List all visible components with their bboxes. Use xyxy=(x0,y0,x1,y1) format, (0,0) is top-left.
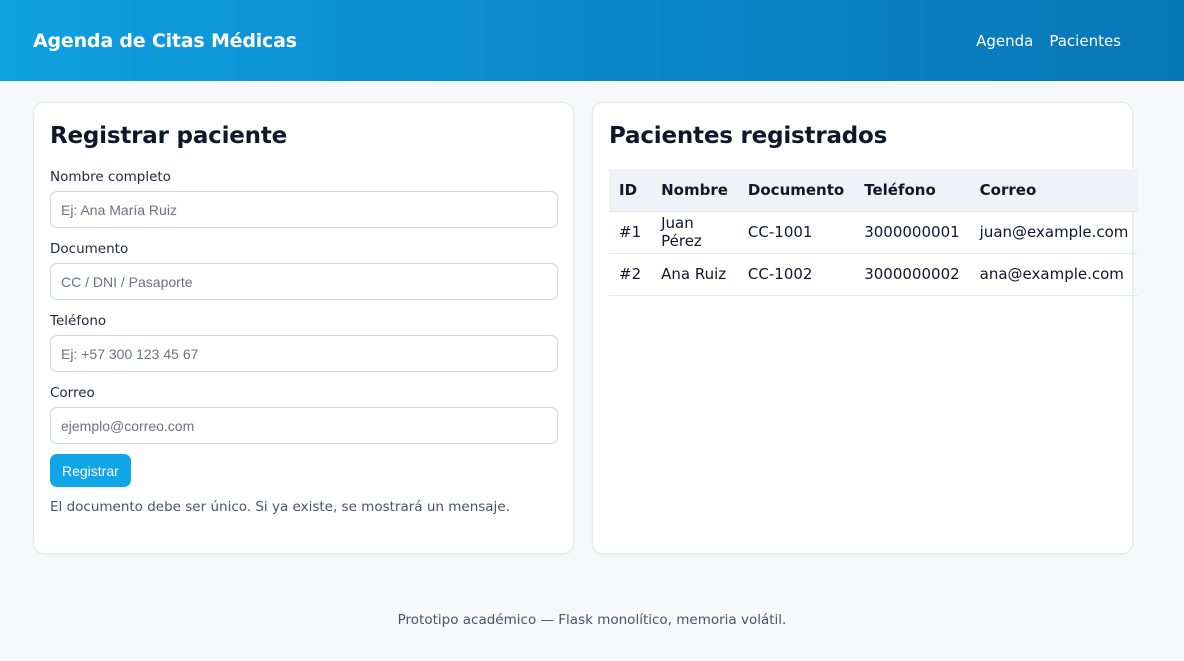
patients-title: Pacientes registrados xyxy=(609,123,888,149)
cell-phone: 3000000001 xyxy=(854,211,970,254)
nav-link-agenda[interactable]: Agenda xyxy=(976,32,1033,50)
cell-name: Ana Ruiz xyxy=(651,253,738,296)
page-footer: Prototipo académico — Flask monolítico, … xyxy=(397,612,787,628)
table-row: #2 Ana Ruiz CC-1002 3000000002 ana@examp… xyxy=(609,253,1139,296)
cell-document: CC-1002 xyxy=(737,253,855,296)
cell-email: ana@example.com xyxy=(969,253,1139,296)
main-nav: Agenda Pacientes xyxy=(976,32,1121,50)
cell-id: #1 xyxy=(609,211,652,254)
cell-id: #2 xyxy=(609,253,652,296)
nav-link-pacientes[interactable]: Pacientes xyxy=(1049,32,1121,50)
top-bar: Agenda de Citas Médicas Agenda Pacientes xyxy=(0,0,1184,81)
name-input[interactable] xyxy=(50,191,558,228)
email-input[interactable] xyxy=(50,407,558,444)
phone-input[interactable] xyxy=(50,335,558,372)
name-label: Nombre completo xyxy=(50,169,171,185)
column-header-document: Documento xyxy=(737,169,855,212)
patients-table: ID Nombre Documento Teléfono Correo #1 J… xyxy=(609,169,1139,296)
cell-phone: 3000000002 xyxy=(854,253,970,296)
cell-email: juan@example.com xyxy=(969,211,1139,254)
document-label: Documento xyxy=(50,241,129,257)
column-header-email: Correo xyxy=(969,169,1139,212)
email-label: Correo xyxy=(50,385,95,401)
app-title: Agenda de Citas Médicas xyxy=(33,29,297,52)
register-title: Registrar paciente xyxy=(50,123,288,149)
document-unique-hint: El documento debe ser único. Si ya exist… xyxy=(50,499,510,515)
main-content: Registrar paciente Nombre completo Docum… xyxy=(0,81,1184,554)
column-header-id: ID xyxy=(609,169,652,212)
column-header-name: Nombre xyxy=(651,169,738,212)
column-header-phone: Teléfono xyxy=(854,169,970,212)
register-form: Nombre completo Documento Teléfono Corre… xyxy=(50,169,558,515)
register-patient-card: Registrar paciente Nombre completo Docum… xyxy=(33,102,574,554)
phone-label: Teléfono xyxy=(50,313,107,329)
document-input[interactable] xyxy=(50,263,558,300)
patients-list-card: Pacientes registrados ID Nombre Document… xyxy=(592,102,1139,554)
cell-name: Juan Pérez xyxy=(651,211,738,254)
table-row: #1 Juan Pérez CC-1001 3000000001 juan@ex… xyxy=(609,211,1139,254)
register-button[interactable]: Registrar xyxy=(50,454,131,487)
cell-document: CC-1001 xyxy=(737,211,855,254)
table-header-row: ID Nombre Documento Teléfono Correo xyxy=(609,169,1139,212)
